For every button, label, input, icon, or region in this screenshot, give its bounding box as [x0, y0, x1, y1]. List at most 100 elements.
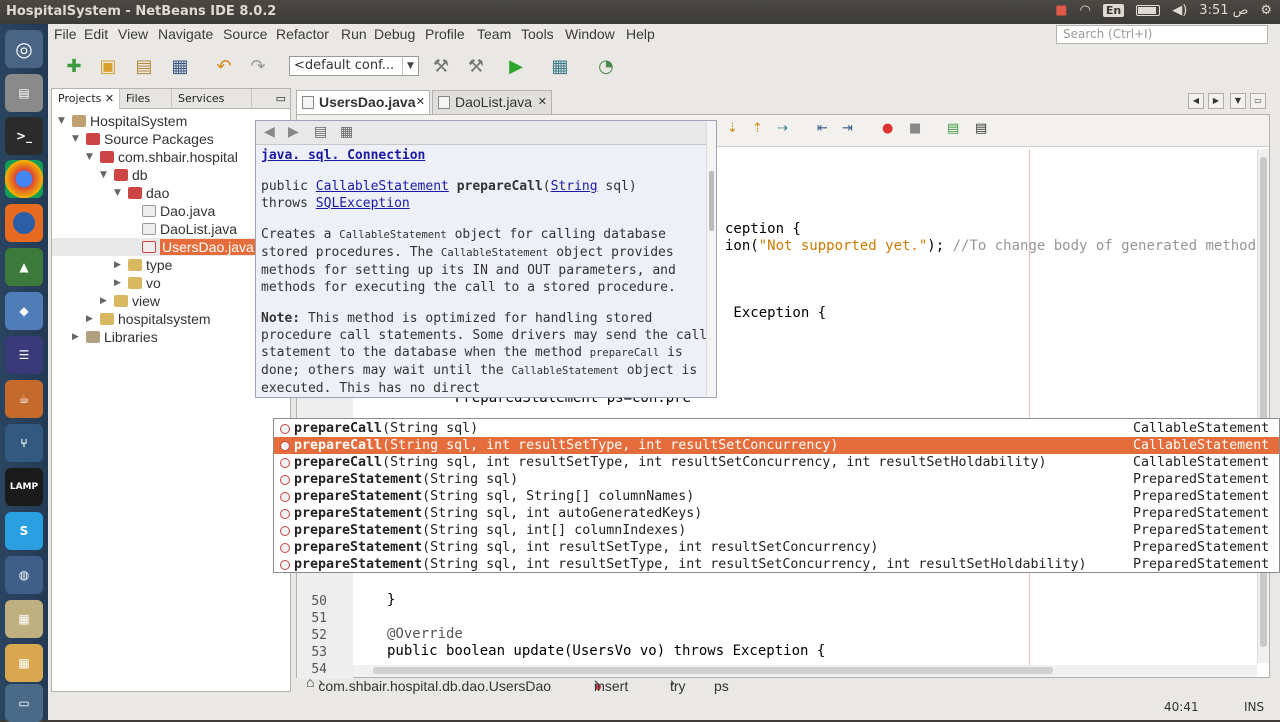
- tab-daolist-java[interactable]: DaoList.java ✕: [432, 90, 552, 114]
- tree-item-dao-java[interactable]: Dao.java: [142, 202, 215, 220]
- clean-build-icon[interactable]: ⚒: [464, 54, 488, 78]
- save-all-icon[interactable]: ▦: [168, 54, 192, 78]
- undo-icon[interactable]: ↶: [212, 54, 236, 78]
- volume-icon[interactable]: ◀): [1172, 3, 1187, 18]
- debug-icon[interactable]: ▦: [548, 54, 572, 78]
- uncomment-icon[interactable]: ▤: [975, 121, 987, 136]
- open-browser-icon[interactable]: ▦: [340, 124, 353, 140]
- expand-toggle-icon[interactable]: ▶: [72, 332, 79, 342]
- tab-usersdao-java[interactable]: UsersDao.java ✕: [296, 90, 430, 114]
- tree-item-daolist-java[interactable]: DaoList.java: [142, 220, 237, 238]
- battery-icon[interactable]: [1136, 5, 1161, 16]
- tree-item-source-packages[interactable]: Source Packages: [86, 130, 214, 148]
- menu-tools[interactable]: Tools: [521, 26, 554, 42]
- scroll-tabs-left-icon[interactable]: ◀: [1188, 93, 1204, 109]
- close-icon[interactable]: ✕: [105, 92, 114, 105]
- close-icon[interactable]: ✕: [538, 91, 547, 113]
- stop-macro-icon[interactable]: ■: [909, 121, 921, 136]
- tab-list-icon[interactable]: ▼: [1230, 93, 1246, 109]
- menu-help[interactable]: Help: [626, 26, 655, 42]
- files-icon[interactable]: ▤: [5, 74, 43, 112]
- scrollbar-thumb[interactable]: [709, 171, 714, 231]
- expand-toggle-icon[interactable]: ▼: [58, 116, 65, 126]
- completion-item[interactable]: prepareStatement(String sql, String[] co…: [274, 488, 1279, 505]
- menu-team[interactable]: Team: [477, 26, 511, 42]
- run-icon[interactable]: ▶: [504, 54, 528, 78]
- new-project-icon[interactable]: ▣: [96, 54, 120, 78]
- wifi-icon[interactable]: ◠: [1080, 3, 1091, 18]
- expand-toggle-icon[interactable]: ▼: [72, 134, 79, 144]
- profile-icon[interactable]: ◔: [594, 54, 618, 78]
- scroll-tabs-right-icon[interactable]: ▶: [1208, 93, 1224, 109]
- completion-item[interactable]: prepareCall(String sql, int resultSetTyp…: [274, 454, 1279, 471]
- menu-profile[interactable]: Profile: [425, 26, 465, 42]
- completion-item[interactable]: prepareStatement(String sql) PreparedStat…: [274, 471, 1279, 488]
- terminal-icon[interactable]: >_: [5, 117, 43, 155]
- vertical-scrollbar[interactable]: [1257, 149, 1269, 663]
- git-icon[interactable]: ⑂: [5, 424, 43, 462]
- record-macro-icon[interactable]: ●: [882, 121, 893, 136]
- completion-item[interactable]: prepareStatement(String sql, int resultS…: [274, 539, 1279, 556]
- tree-item-vo[interactable]: vo: [128, 274, 161, 292]
- skype-icon[interactable]: S: [5, 512, 43, 550]
- type-link[interactable]: CallableStatement: [316, 179, 449, 194]
- javadoc-class-link[interactable]: java. sql. Connection: [261, 148, 425, 163]
- breadcrumb-class[interactable]: ⌂ com.shbair.hospital.db.dao.UsersDao ›: [306, 674, 551, 694]
- tree-item-type[interactable]: type: [128, 256, 172, 274]
- expand-toggle-icon[interactable]: ▼: [86, 152, 93, 162]
- menu-source[interactable]: Source: [223, 26, 267, 42]
- tree-item-package[interactable]: com.shbair.hospital: [100, 148, 238, 166]
- dash-icon[interactable]: ◎: [5, 30, 43, 68]
- find-previous-icon[interactable]: ⇡: [752, 121, 763, 136]
- menu-window[interactable]: Window: [565, 26, 615, 42]
- code-completion-popup[interactable]: prepareCall(String sql) CallableStatement…: [273, 418, 1280, 573]
- menu-run[interactable]: Run: [341, 26, 367, 42]
- virtualbox-icon[interactable]: ◆: [5, 292, 43, 330]
- forward-icon[interactable]: ▶: [288, 124, 299, 140]
- back-icon[interactable]: ◀: [264, 124, 275, 140]
- goto-source-icon[interactable]: ▤: [314, 124, 327, 140]
- expand-toggle-icon[interactable]: ▶: [114, 278, 121, 288]
- tree-item-dao[interactable]: dao: [128, 184, 169, 202]
- tree-item-hospitalsystem-package[interactable]: hospitalsystem: [100, 310, 211, 328]
- tab-projects[interactable]: Projects ✕: [52, 89, 120, 109]
- expand-toggle-icon[interactable]: ▶: [100, 296, 107, 306]
- tab-services[interactable]: Services: [172, 89, 252, 109]
- camera-icon[interactable]: ■: [1055, 3, 1067, 18]
- breadcrumb-method[interactable]: ● insert ›: [594, 674, 628, 694]
- menu-debug[interactable]: Debug: [374, 26, 415, 42]
- shift-left-icon[interactable]: ⇤: [817, 121, 828, 136]
- configuration-select[interactable]: <default conf... ▼: [289, 56, 419, 76]
- redo-icon[interactable]: ↷: [246, 54, 270, 78]
- open-project-icon[interactable]: ▤: [132, 54, 156, 78]
- clock[interactable]: 3:51 ص: [1199, 3, 1248, 18]
- menu-edit[interactable]: Edit: [84, 26, 108, 42]
- find-next-icon[interactable]: ⇢: [777, 121, 788, 136]
- build-icon[interactable]: ⚒: [429, 54, 453, 78]
- shift-right-icon[interactable]: ⇥: [842, 121, 853, 136]
- completion-item[interactable]: prepareStatement(String sql, int[] colum…: [274, 522, 1279, 539]
- expand-toggle-icon[interactable]: ▼: [100, 170, 107, 180]
- trash-icon[interactable]: ▭: [5, 684, 43, 722]
- search-input[interactable]: Search (Ctrl+I): [1056, 25, 1268, 44]
- tree-item-db[interactable]: db: [114, 166, 148, 184]
- javadoc-popup[interactable]: ◀ ▶ ▤ ▦ java. sql. Connection public Cal…: [255, 120, 717, 398]
- firefox-icon[interactable]: [5, 204, 43, 242]
- menu-file[interactable]: File: [54, 26, 77, 42]
- completion-item[interactable]: prepareCall(String sql) CallableStatement: [274, 420, 1279, 437]
- completion-item[interactable]: prepareStatement(String sql, int autoGen…: [274, 505, 1279, 522]
- app-icon[interactable]: ◍: [5, 556, 43, 594]
- expand-toggle-icon[interactable]: ▶: [86, 314, 93, 324]
- lamp-icon[interactable]: LAMP: [5, 468, 43, 506]
- close-icon[interactable]: ✕: [416, 91, 425, 113]
- scrollbar-thumb[interactable]: [1260, 157, 1267, 647]
- minimize-icon[interactable]: ▭: [252, 89, 290, 109]
- type-link[interactable]: String: [551, 179, 598, 194]
- tree-item-libraries[interactable]: Libraries: [86, 328, 158, 346]
- apps-icon[interactable]: ▦: [5, 644, 43, 682]
- tree-item-hospitalsystem[interactable]: HospitalSystem: [72, 112, 187, 130]
- tree-item-view[interactable]: view: [114, 292, 160, 310]
- menu-navigate[interactable]: Navigate: [158, 26, 213, 42]
- menu-view[interactable]: View: [118, 26, 148, 42]
- completion-item[interactable]: prepareStatement(String sql, int resultS…: [274, 556, 1279, 572]
